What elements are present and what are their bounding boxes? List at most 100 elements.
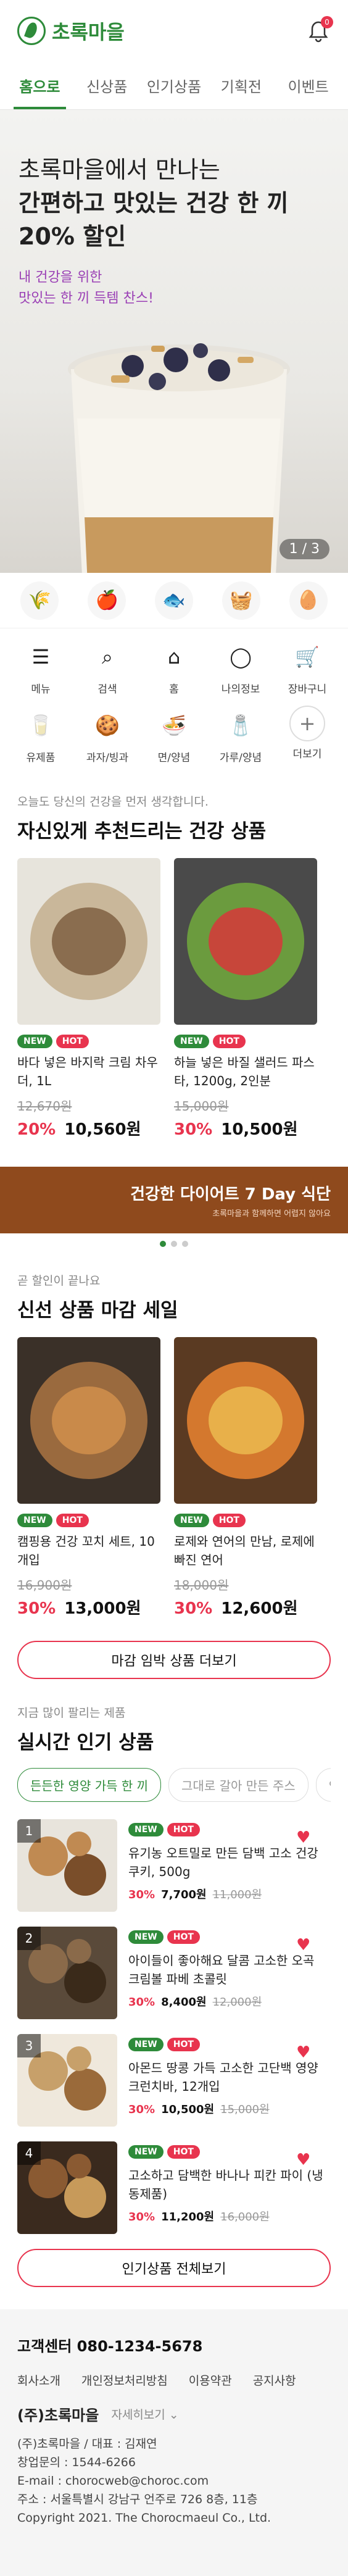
hero-banner[interactable]: 초록마을에서 만나는 간편하고 맛있는 건강 한 끼 20% 할인 내 건강을 … <box>0 110 348 573</box>
new-badge: NEW <box>128 2038 164 2051</box>
chip-more[interactable]: 인기 디 <box>315 1768 331 1802</box>
new-badge: NEW <box>174 1035 209 1048</box>
recommend-cards: NEW HOT 바다 넣은 바지락 크림 차우더, 1L 12,670원 20% 10,5… <box>17 858 331 1140</box>
footer-links: 회사소개 개인정보처리방침 이용약관 공지사항 <box>17 2372 331 2388</box>
slide-counter: 1 / 3 <box>279 539 329 559</box>
hot-badge: HOT <box>167 2145 200 2159</box>
heart-icon[interactable]: ♥ <box>296 1937 312 1953</box>
menu-item-milk[interactable]: 🥛 유제품 <box>7 706 74 764</box>
menu-item-user[interactable]: ◯ 나의정보 <box>207 637 274 696</box>
user-icon: ◯ <box>230 645 252 669</box>
footer: 고객센터 080-1234-5678 회사소개 개인정보처리방침 이용약관 공지… <box>0 2309 348 2576</box>
product-name: 캠핑용 건강 꼬치 세트, 10개입 <box>17 1534 155 1567</box>
product-card[interactable]: NEW HOT 바다 넣은 바지락 크림 차우더, 1L 12,670원 20% 10,5… <box>17 858 160 1140</box>
tab-home[interactable]: 홈으로 <box>6 62 73 109</box>
product-name: 고소하고 담백한 바나나 피칸 파이 (냉동제품) <box>128 2168 323 2201</box>
heart-icon[interactable]: ♥ <box>296 1830 312 1846</box>
product-image[interactable] <box>174 1337 317 1504</box>
tab-new[interactable]: 신상품 <box>73 62 141 109</box>
tab-special[interactable]: 기획전 <box>207 62 275 109</box>
menu-item-cookie[interactable]: 🍪 과자/빙과 <box>74 706 141 764</box>
hot-badge: HOT <box>167 1930 200 1944</box>
sale-price: 10,560원 <box>64 1120 141 1139</box>
menu-label: 가루/양념 <box>219 752 262 764</box>
hero-title: 초록마을에서 만나는 간편하고 맛있는 건강 한 끼 20% 할인 <box>19 153 288 253</box>
product-card[interactable]: NEW HOT 로제와 연어의 만남, 로제에 빠진 연어 18,000원 30% 12,… <box>174 1337 317 1619</box>
product-card[interactable]: NEW HOT 하늘 넣은 바질 샐러드 파스타, 1200g, 2인분 15,000… <box>174 858 317 1140</box>
menu-label: 더보기 <box>292 748 322 761</box>
product-image[interactable] <box>17 858 160 1025</box>
product-image[interactable] <box>174 858 317 1025</box>
rank-number: 3 <box>17 2034 41 2057</box>
menu-item-menu[interactable]: ☰ 메뉴 <box>7 637 74 696</box>
sale-more-button[interactable]: 마감 임박 상품 더보기 <box>17 1641 331 1679</box>
notification-button[interactable]: 0 <box>306 16 333 43</box>
wheat-icon[interactable]: 🌾 <box>20 581 59 620</box>
tab-event[interactable]: 이벤트 <box>275 62 342 109</box>
pagination-dot[interactable] <box>160 1241 166 1247</box>
menu-item-search[interactable]: ⌕ 검색 <box>74 637 141 696</box>
link-notice[interactable]: 공지사항 <box>253 2372 296 2388</box>
rank-number: 1 <box>17 1819 41 1843</box>
plus-icon: + <box>289 706 325 741</box>
pagination-dot[interactable] <box>171 1241 177 1247</box>
rank-item[interactable]: 3 NEW HOT 아몬드 땅콩 가득 고소한 고단백 영양 크런치바, 12개입 30… <box>17 2034 331 2127</box>
product-card[interactable]: NEW HOT 캠핑용 건강 꼬치 세트, 10개입 16,900원 30% 13,000… <box>17 1337 160 1619</box>
menu-label: 메뉴 <box>31 683 51 696</box>
original-price: 16,900원 <box>17 1578 72 1593</box>
menu-item-noodle[interactable]: 🍜 면/양념 <box>141 706 207 764</box>
sale-cards: NEW HOT 캠핑용 건강 꼬치 세트, 10개입 16,900원 30% 13,000… <box>17 1337 331 1619</box>
rank-number: 2 <box>17 1927 41 1950</box>
link-privacy[interactable]: 개인정보처리방침 <box>81 2372 168 2388</box>
hero-subtitle: 내 건강을 위한 맛있는 한 끼 득템 찬스! <box>19 267 154 309</box>
product-image[interactable]: 4 <box>17 2141 117 2234</box>
menu-item-home[interactable]: ⌂ 홈 <box>141 637 207 696</box>
sale-price: 11,200원 <box>161 2211 215 2224</box>
original-price: 18,000원 <box>174 1578 229 1593</box>
chip-juice[interactable]: 그대로 갈아 만든 주스 <box>168 1768 309 1802</box>
rank-item[interactable]: 1 NEW HOT 유기농 오트밀로 만든 담백 고소 건강 쿠키, 500g 30% 7… <box>17 1819 331 1912</box>
new-badge: NEW <box>174 1514 209 1527</box>
notification-count-badge: 0 <box>321 16 333 28</box>
chip-hearty-meal[interactable]: 든든한 영양 가득 한 끼 <box>17 1768 162 1802</box>
product-image[interactable]: 1 <box>17 1819 117 1912</box>
product-name: 아이들이 좋아해요 달콤 고소한 오곡 크림볼 파베 초콜릿 <box>128 1953 315 1986</box>
apple-icon[interactable]: 🍎 <box>88 581 126 620</box>
discount-rate: 30% <box>174 1120 213 1139</box>
rank-item[interactable]: 2 NEW HOT 아이들이 좋아해요 달콤 고소한 오곡 크림볼 파베 초콜릿 30%… <box>17 1927 331 2019</box>
basket-icon[interactable]: 🧺 <box>222 581 260 620</box>
product-image[interactable]: 2 <box>17 1927 117 2019</box>
hot-badge: HOT <box>212 1035 246 1048</box>
popular-more-button[interactable]: 인기상품 전체보기 <box>17 2249 331 2287</box>
eggs-icon[interactable]: 🥚 <box>289 581 328 620</box>
discount-rate: 30% <box>128 1996 155 2009</box>
diet-banner[interactable]: 건강한 다이어트 7 Day 식단 초록마을과 함께하면 어렵지 않아요 <box>0 1167 348 1233</box>
company-detail-toggle[interactable]: 자세히보기 ⌄ <box>111 2406 178 2422</box>
menu-item-plus[interactable]: + 더보기 <box>274 706 341 764</box>
hot-badge: HOT <box>167 2038 200 2051</box>
sale-subtitle: 곧 할인이 끝나요 <box>17 1274 101 1288</box>
popular-title: 실시간 인기 상품 <box>17 1732 154 1754</box>
recommend-title: 자신있게 추천드리는 건강 상품 <box>17 820 267 843</box>
copyright: Copyright 2021. The Chorocmaeul Co., Ltd… <box>17 2511 271 2525</box>
pagination-dot[interactable] <box>182 1241 188 1247</box>
home-icon: ⌂ <box>167 645 181 669</box>
noodle-icon: 🍜 <box>162 714 186 737</box>
heart-icon[interactable]: ♥ <box>296 2045 312 2061</box>
product-image[interactable] <box>17 1337 160 1504</box>
rank-item[interactable]: 4 NEW HOT 고소하고 담백한 바나나 피칸 파이 (냉동제품) 30% 11,20… <box>17 2141 331 2234</box>
discount-rate: 30% <box>128 2211 155 2224</box>
heart-icon[interactable]: ♥ <box>296 2152 312 2168</box>
cart-icon: 🛒 <box>295 645 320 669</box>
fish-icon[interactable]: 🐟 <box>154 581 193 620</box>
menu-item-powder[interactable]: 🧂 가루/양념 <box>207 706 274 764</box>
product-image[interactable]: 3 <box>17 2034 117 2127</box>
menu-item-cart[interactable]: 🛒 장바구니 <box>274 637 341 696</box>
tab-popular[interactable]: 인기상품 <box>141 62 208 109</box>
logo[interactable]: 초록마을 <box>17 17 125 45</box>
link-terms[interactable]: 이용약관 <box>189 2372 232 2388</box>
powder-icon: 🧂 <box>228 714 253 737</box>
link-company[interactable]: 회사소개 <box>17 2372 60 2388</box>
hot-badge: HOT <box>212 1514 246 1527</box>
original-price: 16,000원 <box>220 2211 270 2224</box>
